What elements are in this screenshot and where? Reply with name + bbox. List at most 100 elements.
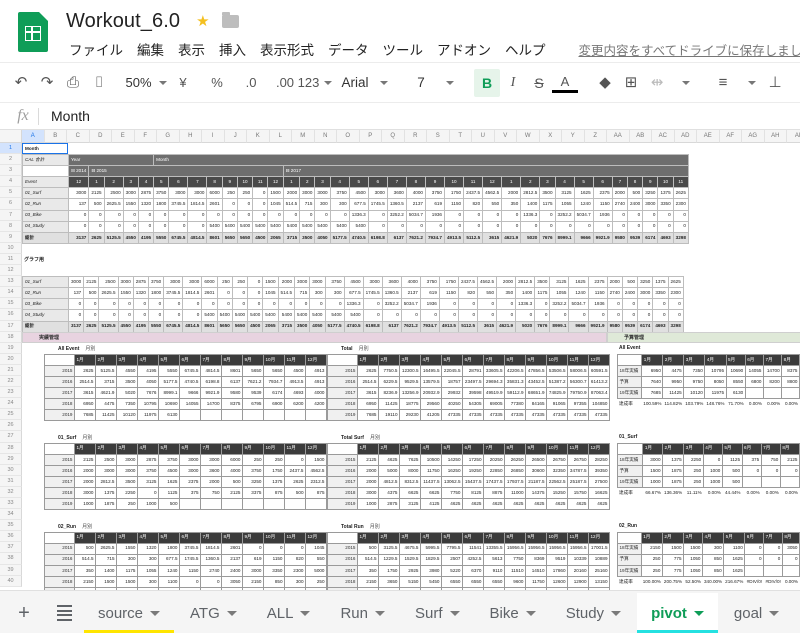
table-row[interactable]: 2016 2514.5 3715 3500 4050 5177.5 4740.5 6198.8… xyxy=(44,376,327,389)
column-header-w[interactable]: W xyxy=(517,130,540,143)
row-header-31[interactable]: 31 xyxy=(0,475,22,487)
table-row[interactable]: 達成率 100.00% 200.75% 52.50% 340.00% 216.67% #DI… xyxy=(618,576,800,587)
column-header-k[interactable]: K xyxy=(247,130,270,143)
row-header-23[interactable]: 23 xyxy=(0,387,22,399)
table-row[interactable]: 19年実績 1000 1875 250 1000 500 xyxy=(616,475,800,489)
table-row[interactable]: 2015 2125 4625 7625 10500 14250 17250 20250 2625… xyxy=(327,453,610,466)
row-header-1[interactable]: 1 xyxy=(0,143,22,155)
chevron-down-icon[interactable] xyxy=(375,610,385,616)
table-row[interactable]: 2015 500 3125.5 4675.5 5995.5 7795.5 11541 1335… xyxy=(327,542,610,555)
print-icon[interactable]: ⎙ xyxy=(60,69,86,97)
document-title[interactable]: Workout_6.0 xyxy=(62,10,184,33)
column-header-ag[interactable]: AG xyxy=(742,130,765,143)
row-header-34[interactable]: 34 xyxy=(0,509,22,521)
font-size-dropdown[interactable] xyxy=(434,69,460,97)
row-header-10[interactable]: 10 xyxy=(0,242,22,254)
v-align-dropdown[interactable] xyxy=(788,69,800,97)
row-header-30[interactable]: 30 xyxy=(0,464,22,476)
column-header-q[interactable]: Q xyxy=(382,130,405,143)
row-header-40[interactable]: 40 xyxy=(0,575,22,587)
font-dropdown[interactable] xyxy=(368,69,394,97)
table-row[interactable]: 2019 7685 19110 29230 41205 47335 47335 47335 47… xyxy=(327,409,610,422)
row-header-32[interactable]: 32 xyxy=(0,486,22,498)
column-header-t[interactable]: T xyxy=(449,130,472,143)
table-row[interactable]: 2017 3615 8236.9 13256.9 20932.9 29932 39598 49… xyxy=(327,387,610,400)
pivot-graph-row[interactable]: 02_Run 137 500 2625.5 1550 1320 1800 3745.5 1814… xyxy=(22,287,684,300)
total-table-0-table[interactable]: 1月 2月 3月 4月 5月 6月 7月 8月 9月 10月 11月 12月 2015 2625 7750.… xyxy=(327,353,610,422)
currency-icon[interactable]: ¥ xyxy=(166,69,200,97)
row-header-35[interactable]: 35 xyxy=(0,520,22,532)
sheet-tab-pivot[interactable]: pivot xyxy=(637,593,718,633)
budget-table-0-table[interactable]: 1月 2月 3月 4月 5月 6月 7月 8月 18年実績 6950 4475 7350 10795 10… xyxy=(616,353,800,410)
column-header-h[interactable]: H xyxy=(179,130,202,143)
pivot-graph-row[interactable]: 04_Study 0 0 0 0 0 0 0 0 5400 5400 5400 5400 5400 5400… xyxy=(22,309,684,322)
column-header-b[interactable]: B xyxy=(44,130,67,143)
chevron-down-icon[interactable] xyxy=(150,610,161,616)
pivot-field-month[interactable]: Month xyxy=(153,154,689,167)
sheet-tab-bike[interactable]: Bike xyxy=(476,593,550,633)
spreadsheet-grid[interactable]: A B C D E F G H I J K L M N O P Q R S T U V W X Y Z AA AB AC AD AE AF AG… xyxy=(0,130,800,590)
column-header-z[interactable]: Z xyxy=(584,130,607,143)
pivot-data-row[interactable]: 02_Run 137 500 2625.5 1550 1320 1800 3745.5 1814… xyxy=(22,198,689,211)
merge-dropdown[interactable] xyxy=(670,69,696,97)
column-header-l[interactable]: L xyxy=(269,130,292,143)
chevron-down-icon[interactable] xyxy=(525,610,536,616)
italic-button[interactable]: I xyxy=(500,69,526,97)
column-header-p[interactable]: P xyxy=(359,130,382,143)
row-header-25[interactable]: 25 xyxy=(0,409,22,421)
table-row[interactable]: 予算 7640 9950 9750 8050 8550 6800 8200 8800 xyxy=(616,376,800,389)
menu-item-addons[interactable]: アドオン xyxy=(430,37,498,61)
row-header-21[interactable]: 21 xyxy=(0,364,22,376)
select-all-corner[interactable] xyxy=(0,130,22,143)
table-row[interactable]: 201925077510508501625 xyxy=(44,586,327,590)
pivot-row-label[interactable]: 01_Surf xyxy=(22,187,69,200)
font-selector[interactable]: Arial xyxy=(342,69,369,97)
table-row[interactable]: 2015 2625 7750.5 12300.5 16495.5 22045.5 28791… xyxy=(327,364,610,378)
column-header-y[interactable]: Y xyxy=(562,130,585,143)
row-header-37[interactable]: 37 xyxy=(0,542,22,554)
menu-item-view[interactable]: 表示 xyxy=(171,37,212,61)
table-row[interactable]: 2018 2150 1500 1500 300 1100 0 0 3050 2150 850 300 2… xyxy=(44,575,327,588)
column-header-e[interactable]: E xyxy=(112,130,135,143)
row-header-6[interactable]: 6 xyxy=(0,198,22,210)
text-color-button[interactable]: A xyxy=(552,73,578,93)
table-row[interactable]: 2017 350 1750 2925 3980 5220 6370 9110 11510 1451… xyxy=(327,564,610,577)
table-row[interactable]: 2018 2150 3650 5150 5450 6550 6550 6550 9600 1175… xyxy=(327,575,610,588)
row-header-4[interactable]: 4 xyxy=(0,176,22,188)
table-row[interactable]: 予算 1500 1875 250 1000 500 0 0 0 xyxy=(616,464,800,477)
table-row[interactable]: 2019250102520752925455045504550455045504… xyxy=(327,586,610,590)
sheet-tab-all[interactable]: ALL xyxy=(253,593,325,633)
table-row[interactable]: 2019 1000 2875 3125 4125 4625 4625 4625 4625 4625… xyxy=(327,498,610,511)
table-row[interactable]: 2017 2000 4812.5 8312.5 11437.5 13062.5 15437.… xyxy=(327,475,610,489)
table-row[interactable]: 2016 514.5 715 300 300 677.5 1745.5 1360.5 2137 6… xyxy=(44,553,327,566)
star-icon[interactable]: ★ xyxy=(196,12,209,30)
left-table-2-table[interactable]: 1月 2月 3月 4月 5月 6月 7月 8月 9月 10月 11月 12月 2015 500 2625.5… xyxy=(44,531,327,590)
table-row[interactable]: 18年実績 3000 1375 2250 0 1125 375 750 2125 xyxy=(616,453,800,466)
menu-item-insert[interactable]: 挿入 xyxy=(212,37,253,61)
table-row[interactable]: 19年実績 7685 11425 10120 11975 6130 xyxy=(616,387,800,400)
sheet-tab-atg[interactable]: ATG xyxy=(176,593,251,633)
row-header-7[interactable]: 7 xyxy=(0,209,22,221)
column-header-ae[interactable]: AE xyxy=(697,130,720,143)
table-row[interactable]: 19年実績 250 775 1050 850 1625 xyxy=(617,564,800,577)
merge-cells-icon[interactable]: ⇹ xyxy=(644,69,670,97)
table-row[interactable]: 2017 2000 2812.5 3500 3125 1625 2375 2000 500 325… xyxy=(44,475,327,489)
row-header-9[interactable]: 9 xyxy=(0,231,22,243)
row-header-36[interactable]: 36 xyxy=(0,531,22,543)
table-row[interactable]: 2018 6950 4475 7350 10795 10690 14055 14700 8375… xyxy=(44,398,327,411)
table-row[interactable]: 2019 1000 1875 250 1000 500 xyxy=(44,498,327,511)
column-header-ai[interactable]: AI xyxy=(787,130,800,143)
table-row[interactable]: 2015 2625 5125.5 4550 4195 5550 6745.5 4814.5 86… xyxy=(44,364,327,378)
formula-input[interactable]: Month xyxy=(51,108,90,124)
number-format-selector[interactable]: 123 xyxy=(298,69,333,97)
chevron-down-icon[interactable] xyxy=(226,610,237,616)
row-header-19[interactable]: 19 xyxy=(0,342,22,354)
total-table-2-table[interactable]: 1月 2月 3月 4月 5月 6月 7月 8月 9月 10月 11月 12月 2015 500 3125.5… xyxy=(327,531,610,590)
save-status[interactable]: 変更内容をすべてドライブに保存しました xyxy=(579,40,800,59)
budget-table-2-table[interactable]: 1月 2月 3月 4月 5月 6月 7月 8月 18年実績 2150 1500 1500 300 1100… xyxy=(617,531,800,588)
pivot-graph-row[interactable]: 01_Surf 3000 2125 2500 3000 2875 3750 3000 3000 6… xyxy=(22,276,684,289)
menu-item-file[interactable]: ファイル xyxy=(62,37,130,61)
sheet-tab-study[interactable]: Study xyxy=(552,593,635,633)
h-align-dropdown[interactable] xyxy=(736,69,762,97)
row-header-22[interactable]: 22 xyxy=(0,375,22,388)
